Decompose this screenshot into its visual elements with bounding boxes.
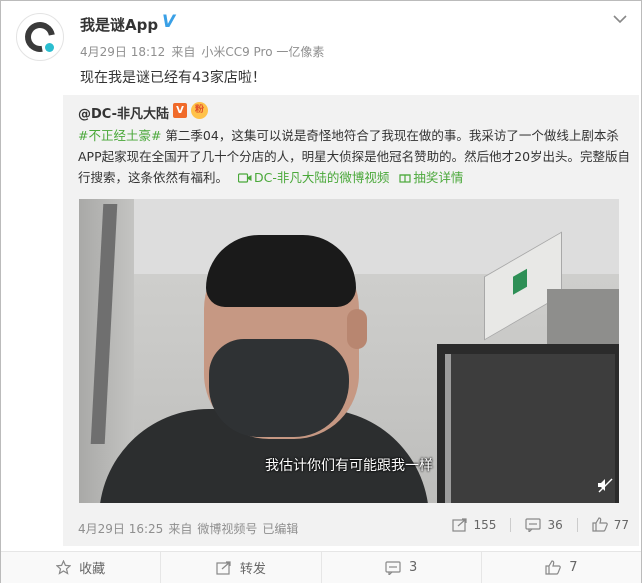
post-text: 现在我是谜已经有43家店啦！: [80, 70, 266, 86]
gift-icon: [399, 174, 411, 183]
video-player[interactable]: 我估计你们有可能跟我一样: [79, 199, 619, 503]
logo-dot: [45, 43, 54, 52]
repost-actions: 155 36 77: [438, 517, 629, 532]
divider: [510, 517, 512, 532]
repost-block: @DC-非凡大陆 V 粉 #不正经土豪# 第二季04，这集可以说是奇怪地符合了我…: [63, 95, 639, 546]
topic-link[interactable]: #不正经土豪#: [78, 128, 161, 143]
repost-label: 转发: [239, 562, 266, 577]
repost-share-button[interactable]: 155: [451, 517, 497, 532]
repost-like-count: 77: [613, 517, 629, 532]
repost-icon: [451, 517, 467, 532]
post-source-prefix: 来自: [171, 45, 196, 59]
video-link[interactable]: DC-非凡大陆的微博视频: [232, 170, 393, 185]
post-source[interactable]: 小米CC9 Pro 一亿像素: [201, 45, 324, 59]
like-count: 7: [569, 560, 578, 575]
repost-source-prefix: 来自: [168, 522, 193, 536]
chevron-down-icon[interactable]: [613, 14, 627, 24]
repost-share-count: 155: [473, 517, 497, 532]
post-meta: 4月29日 18:12 来自 小米CC9 Pro 一亿像素: [80, 43, 330, 60]
favorite-button[interactable]: 收藏: [1, 552, 162, 583]
star-icon: [56, 560, 72, 575]
comment-button[interactable]: 3: [322, 552, 482, 583]
lottery-link[interactable]: 抽奖详情: [393, 170, 463, 185]
video-door: [437, 344, 619, 503]
repost-like-button[interactable]: 77: [592, 517, 629, 532]
repost-source[interactable]: 微博视频号: [197, 522, 257, 536]
app-logo-icon[interactable]: [16, 13, 64, 61]
comment-count: 3: [408, 560, 418, 575]
like-icon: [592, 517, 608, 532]
video-camera-icon: [237, 173, 252, 183]
comment-icon: [385, 560, 401, 575]
repost-icon: [216, 560, 231, 575]
post-footer: 收藏 转发 3 7: [1, 551, 641, 583]
repost-meta: 4月29日 16:25 来自 微博视频号 已编辑: [78, 520, 303, 537]
logo-ring: [19, 16, 61, 58]
weibo-post-card: 我是谜App V 4月29日 18:12 来自 小米CC9 Pro 一亿像素 现在我…: [0, 0, 642, 583]
fan-badge-icon: 粉: [191, 102, 208, 119]
repost-button[interactable]: 转发: [161, 552, 322, 583]
divider: [576, 517, 578, 532]
verified-icon: V: [162, 12, 176, 32]
video-person-ear: [347, 309, 367, 349]
video-subtitle: 我估计你们有可能跟我一样: [265, 458, 433, 474]
repost-comment-count: 36: [547, 517, 563, 532]
repost-edited[interactable]: 已编辑: [262, 522, 298, 536]
author-name[interactable]: 我是谜App: [80, 14, 158, 35]
comment-icon: [525, 517, 542, 532]
video-person-mask: [209, 339, 349, 437]
mute-icon[interactable]: [597, 477, 613, 493]
like-button[interactable]: 7: [482, 552, 641, 583]
favorite-label: 收藏: [79, 562, 106, 577]
lottery-link-label: 抽奖详情: [413, 170, 464, 185]
repost-comment-button[interactable]: 36: [525, 517, 563, 532]
verified-badge-icon: V: [173, 103, 187, 118]
repost-text: #不正经土豪# 第二季04，这集可以说是奇怪地符合了我现在做的事。我采访了一个做…: [78, 125, 636, 188]
video-link-label: DC-非凡大陆的微博视频: [254, 170, 390, 185]
repost-date[interactable]: 4月29日 16:25: [78, 522, 163, 536]
repost-username[interactable]: @DC-非凡大陆: [78, 103, 169, 122]
video-person-hair: [206, 235, 356, 307]
like-icon: [545, 560, 562, 575]
post-date[interactable]: 4月29日 18:12: [80, 45, 165, 59]
